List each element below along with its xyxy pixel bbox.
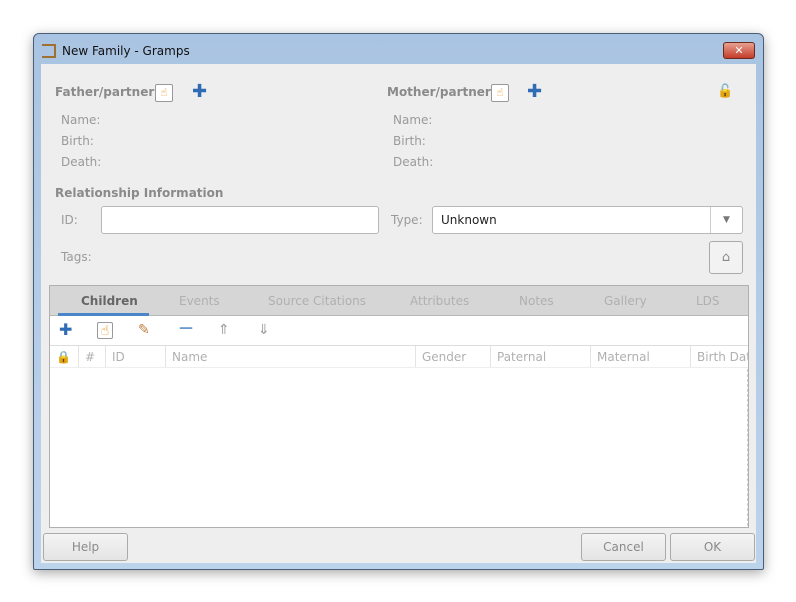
tab-events[interactable]: Events bbox=[179, 294, 220, 308]
father-birth-label: Birth: bbox=[61, 134, 94, 148]
dialog-window: New Family - Gramps ✕ Father/partner1 ☝ … bbox=[33, 33, 764, 570]
relationship-header: Relationship Information bbox=[55, 186, 224, 200]
tab-notebook: Children Events Source Citations Attribu… bbox=[49, 285, 749, 528]
mother-header: Mother/partner2 bbox=[387, 85, 500, 99]
father-death-label: Death: bbox=[61, 155, 102, 169]
gramps-app-icon bbox=[42, 44, 56, 58]
tab-attributes[interactable]: Attributes bbox=[410, 294, 469, 308]
mother-death-label: Death: bbox=[393, 155, 434, 169]
column-name[interactable]: Name bbox=[165, 346, 415, 367]
ok-button[interactable]: OK bbox=[670, 533, 755, 561]
type-value: Unknown bbox=[441, 213, 497, 227]
column-gender[interactable]: Gender bbox=[415, 346, 490, 367]
window-title: New Family - Gramps bbox=[62, 44, 190, 58]
edit-tags-button[interactable]: ⌂ bbox=[709, 241, 743, 274]
children-toolbar: ✚ ☝ ✎ — ⇑ ⇓ bbox=[50, 316, 748, 346]
title-bar: New Family - Gramps bbox=[42, 40, 190, 62]
add-mother-button[interactable]: ✚ bbox=[527, 83, 542, 101]
mother-birth-label: Birth: bbox=[393, 134, 426, 148]
father-header: Father/partner1 bbox=[55, 85, 163, 99]
private-column-lock-icon[interactable]: 🔒 bbox=[50, 346, 78, 367]
children-table-header: 🔒 # ID Name Gender Paternal Maternal Bir… bbox=[50, 346, 748, 368]
close-button[interactable]: ✕ bbox=[723, 42, 755, 59]
column-birth-date[interactable]: Birth Date bbox=[690, 346, 748, 367]
tags-label: Tags: bbox=[61, 250, 92, 264]
move-up-button[interactable]: ⇑ bbox=[218, 322, 230, 338]
help-button[interactable]: Help bbox=[43, 533, 128, 561]
tab-lds[interactable]: LDS bbox=[696, 294, 720, 308]
privacy-lock-icon[interactable]: 🔓 bbox=[717, 84, 733, 99]
select-mother-button[interactable]: ☝ bbox=[491, 84, 509, 102]
tab-notes[interactable]: Notes bbox=[519, 294, 554, 308]
column-paternal[interactable]: Paternal bbox=[490, 346, 590, 367]
select-father-button[interactable]: ☝ bbox=[155, 84, 173, 102]
mother-name-label: Name: bbox=[393, 113, 433, 127]
column-maternal[interactable]: Maternal bbox=[590, 346, 690, 367]
cancel-button[interactable]: Cancel bbox=[581, 533, 666, 561]
edit-child-button[interactable]: ✎ bbox=[138, 322, 150, 338]
id-input[interactable] bbox=[101, 206, 379, 234]
remove-child-button[interactable]: — bbox=[179, 320, 193, 336]
move-down-button[interactable]: ⇓ bbox=[258, 322, 270, 338]
tag-icon: ⌂ bbox=[721, 250, 731, 265]
id-label: ID: bbox=[61, 213, 78, 227]
type-label: Type: bbox=[391, 213, 423, 227]
share-child-button[interactable]: ☝ bbox=[97, 322, 113, 339]
chevron-down-icon[interactable]: ▼ bbox=[710, 207, 742, 233]
father-name-label: Name: bbox=[61, 113, 101, 127]
scrollbar[interactable] bbox=[747, 369, 748, 526]
tab-children[interactable]: Children bbox=[81, 294, 138, 308]
add-child-button[interactable]: ✚ bbox=[59, 322, 72, 338]
children-list[interactable] bbox=[50, 369, 746, 526]
tab-source-citations[interactable]: Source Citations bbox=[268, 294, 366, 308]
column-id[interactable]: ID bbox=[105, 346, 165, 367]
tab-bar: Children Events Source Citations Attribu… bbox=[50, 286, 748, 316]
tab-gallery[interactable]: Gallery bbox=[604, 294, 647, 308]
add-father-button[interactable]: ✚ bbox=[192, 83, 207, 101]
dialog-content: Father/partner1 ☝ ✚ Name: Birth: Death: … bbox=[41, 64, 756, 563]
type-combobox[interactable]: Unknown ▼ bbox=[432, 206, 743, 234]
column-number[interactable]: # bbox=[78, 346, 105, 367]
